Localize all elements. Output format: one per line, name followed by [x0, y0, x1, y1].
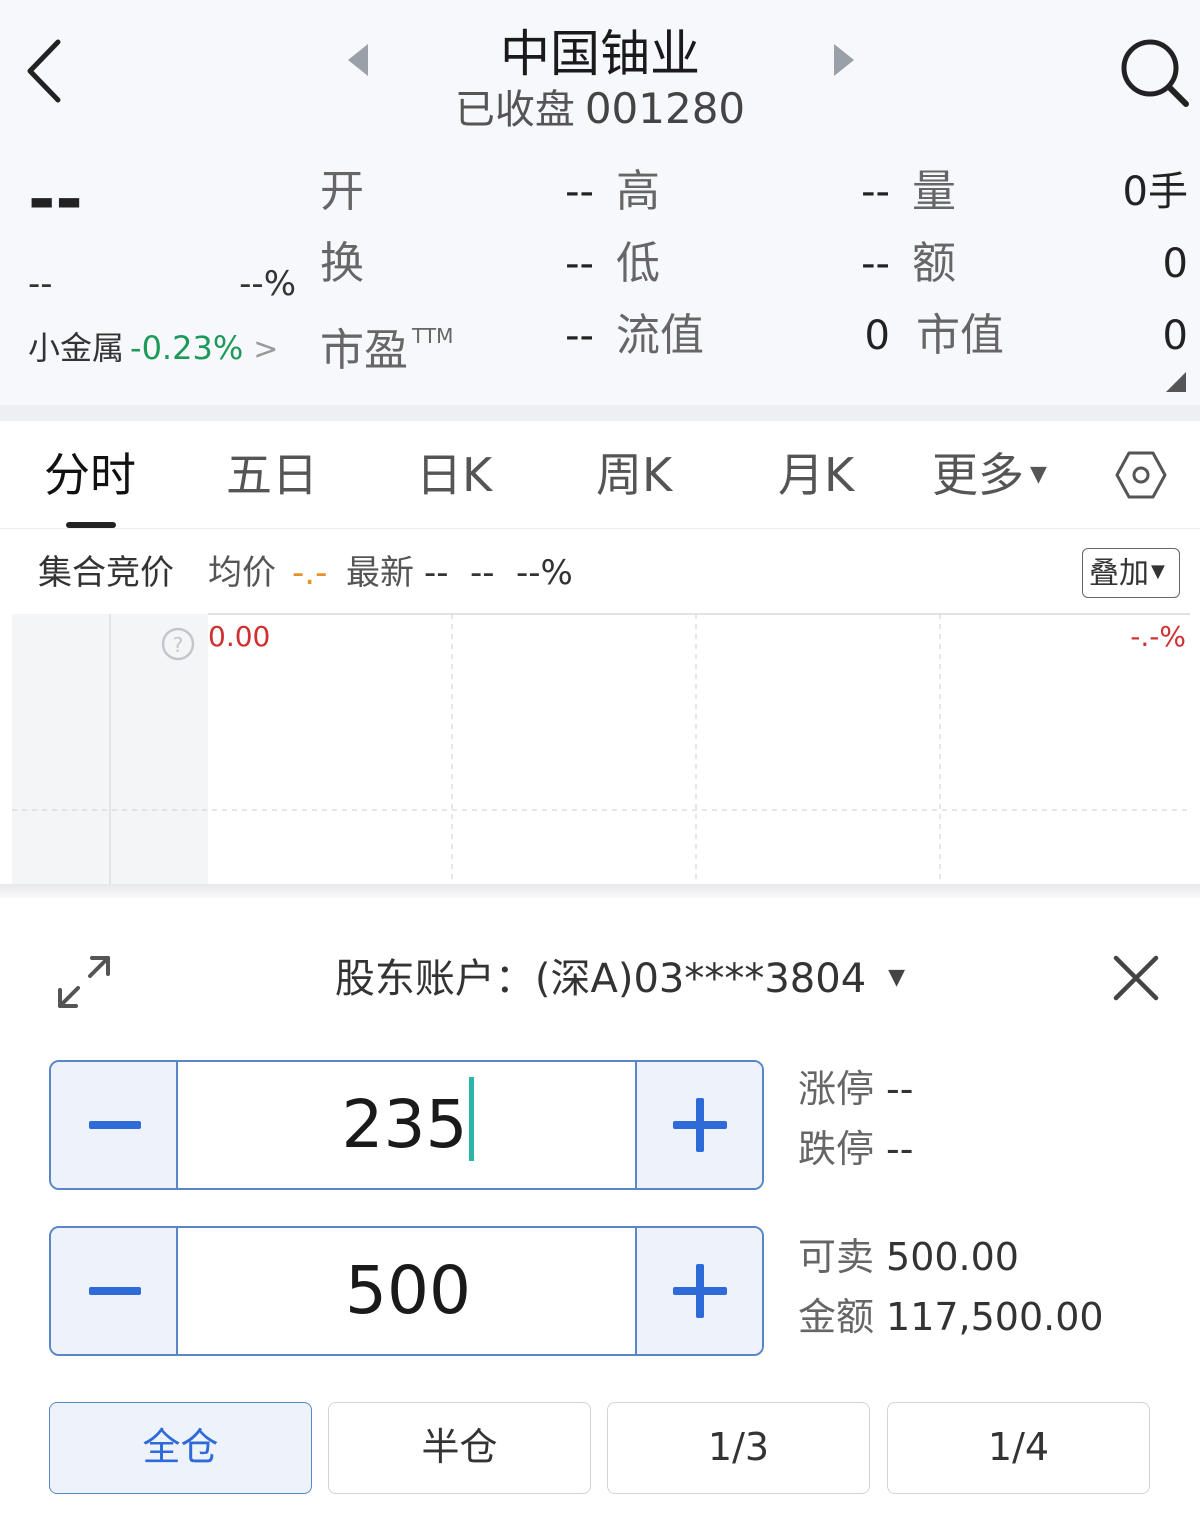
- active-tab-indicator: [66, 522, 116, 528]
- minus-icon: [89, 1121, 141, 1129]
- avg-price-label: 均价: [208, 553, 276, 593]
- section-gap: [0, 405, 1200, 421]
- stat-value-open: --: [565, 169, 594, 215]
- stat-value-pe: --: [565, 313, 594, 359]
- price-increase-button[interactable]: [635, 1062, 762, 1188]
- stat-label-high: 高: [616, 166, 660, 217]
- limit-down-value: --: [886, 1127, 914, 1171]
- quantity-decrease-button[interactable]: [51, 1228, 178, 1354]
- market-status: 已收盘: [454, 87, 575, 133]
- stat-label-float-cap: 流值: [616, 310, 704, 361]
- tab-daily-k[interactable]: 日K: [416, 447, 492, 503]
- sector-name: 小金属: [28, 329, 125, 367]
- svg-text:?: ?: [173, 633, 184, 657]
- quarter-position-button[interactable]: 1/4: [887, 1402, 1150, 1494]
- amount-label: 金额: [798, 1295, 875, 1339]
- limit-down-label: 跌停: [798, 1127, 875, 1171]
- account-label: 股东账户：: [334, 956, 535, 1002]
- stat-value-low: --: [861, 241, 890, 287]
- price-stepper: 235: [49, 1060, 764, 1190]
- caret-down-icon: ▼: [1151, 561, 1165, 582]
- stat-label-pe: 市盈 TTM: [320, 308, 453, 379]
- limit-up-row: 涨停 --: [798, 1064, 913, 1114]
- stock-status-line: 已收盘 001280: [0, 84, 1200, 135]
- avg-price-value: -.-: [292, 553, 328, 593]
- quantity-input[interactable]: 500: [180, 1228, 636, 1354]
- stat-value-high: --: [861, 169, 890, 215]
- latest-change: --: [470, 553, 495, 593]
- tab-weekly-k[interactable]: 周K: [596, 447, 672, 503]
- account-value: (深A)03****3804: [534, 956, 867, 1002]
- stat-label-amount: 额: [912, 238, 956, 289]
- stat-value-amount: 0: [1162, 241, 1188, 287]
- latest-price: --: [424, 553, 449, 593]
- text-cursor: [469, 1077, 475, 1161]
- tab-more-label: 更多: [932, 448, 1024, 502]
- stat-value-turnover: --: [565, 241, 594, 287]
- chart-tabs: 分时 五日 日K 周K 月K 更多 ▼: [0, 421, 1200, 529]
- tab-more[interactable]: 更多 ▼: [932, 447, 1047, 503]
- sellable-label: 可卖: [798, 1235, 875, 1279]
- stock-name: 中国铀业: [500, 25, 700, 83]
- quantity-stepper: 500: [49, 1226, 764, 1356]
- auction-label: 集合竞价: [38, 553, 174, 593]
- minus-icon: [89, 1287, 141, 1295]
- pct-axis-label: -.-%: [1130, 620, 1186, 653]
- half-position-button[interactable]: 半仓: [328, 1402, 591, 1494]
- tab-intraday[interactable]: 分时: [44, 447, 136, 503]
- pe-ttm-sup: TTM: [412, 324, 454, 348]
- stock-code: 001280: [584, 84, 746, 133]
- plus-icon-vertical: [696, 1264, 704, 1318]
- tab-five-day[interactable]: 五日: [226, 447, 318, 503]
- stat-value-market-cap: 0: [1162, 313, 1188, 359]
- shareholder-account-selector[interactable]: 股东账户：(深A)03****3804 ▼: [0, 950, 1200, 1007]
- overlay-label: 叠加: [1089, 556, 1149, 591]
- plus-icon-vertical: [696, 1098, 704, 1152]
- stat-label-low: 低: [616, 238, 660, 289]
- price-input-value: 235: [341, 1086, 468, 1163]
- expand-corner-icon[interactable]: [1166, 372, 1186, 392]
- limit-down-row: 跌停 --: [798, 1124, 913, 1174]
- next-stock-icon[interactable]: [822, 40, 862, 80]
- stat-value-float-cap: 0: [864, 313, 890, 359]
- limit-up-value: --: [886, 1067, 914, 1111]
- amount-value: 117,500.00: [886, 1295, 1104, 1339]
- amount-row: 金额 117,500.00: [798, 1292, 1104, 1342]
- current-price: --: [28, 161, 83, 238]
- sellable-value: 500.00: [886, 1235, 1019, 1279]
- stat-label-turnover: 换: [320, 238, 364, 289]
- chart-info-row: 集合竞价 均价 -.- 最新 -- -- --%: [0, 540, 1200, 606]
- pe-label: 市盈: [320, 325, 408, 376]
- chevron-right-icon: >: [253, 332, 279, 367]
- panel-divider: [0, 884, 1200, 898]
- price-input[interactable]: 235: [180, 1062, 636, 1188]
- third-position-button[interactable]: 1/3: [607, 1402, 870, 1494]
- overlay-button[interactable]: 叠加 ▼: [1082, 548, 1180, 598]
- sector-link[interactable]: 小金属 -0.23% >: [28, 326, 278, 372]
- caret-down-icon: ▼: [888, 965, 906, 990]
- intraday-chart: ? 0.00 -.-%: [0, 612, 1200, 884]
- sellable-row: 可卖 500.00: [798, 1232, 1019, 1282]
- stat-label-open: 开: [320, 166, 364, 217]
- price-decrease-button[interactable]: [51, 1062, 178, 1188]
- settings-hexagon-icon[interactable]: [1114, 448, 1168, 502]
- full-position-button[interactable]: 全仓: [49, 1402, 312, 1494]
- limit-up-label: 涨停: [798, 1067, 875, 1111]
- quantity-increase-button[interactable]: [635, 1228, 762, 1354]
- close-icon[interactable]: [1110, 952, 1162, 1004]
- stat-label-market-cap: 市值: [916, 310, 1004, 361]
- tab-monthly-k[interactable]: 月K: [778, 447, 854, 503]
- latest-label: 最新: [346, 553, 414, 593]
- price-axis-label: 0.00: [208, 620, 270, 653]
- latest-pct: --%: [516, 553, 573, 593]
- sector-pct: -0.23%: [130, 329, 244, 367]
- search-icon[interactable]: [1116, 34, 1192, 110]
- caret-down-icon: ▼: [1030, 462, 1047, 487]
- stat-label-volume: 量: [912, 166, 956, 217]
- stat-value-volume: 0手: [1122, 169, 1188, 215]
- price-change-pct: --%: [239, 264, 296, 304]
- price-change: --: [28, 264, 53, 304]
